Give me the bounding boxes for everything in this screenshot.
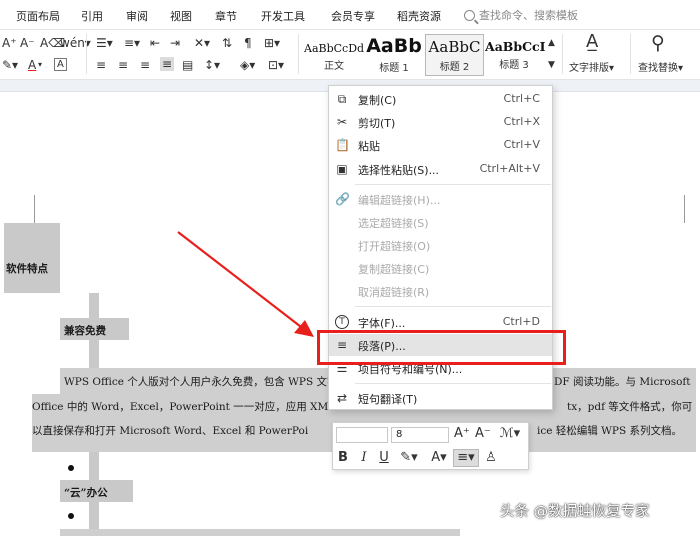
menu-item-label: 短句翻译(T) (358, 393, 418, 406)
shrink-font-icon[interactable]: A⁻ (475, 426, 491, 442)
watermark: 头条 @数据蛙恢复专家 (500, 504, 650, 520)
menu-item-shortcut: Ctrl+C (503, 92, 540, 105)
menu-separator (355, 306, 551, 307)
font-name-field[interactable] (336, 427, 388, 443)
menu-item-translate[interactable]: ⇄ 短句翻译(T) (329, 387, 552, 409)
font-color-icon[interactable]: A▾ (427, 450, 451, 466)
menu-item-label: 编辑超链接(H)... (358, 194, 441, 207)
menu-item-label: 复制(C) (358, 94, 397, 107)
underline-icon[interactable]: U (377, 450, 391, 466)
link-icon: 🔗 (335, 192, 350, 206)
menu-item-open-link: 打开超链接(O) (329, 234, 552, 256)
align-icon[interactable]: ≡▾ (453, 449, 479, 467)
highlight-box (317, 330, 566, 365)
bold-icon[interactable]: B (336, 450, 350, 466)
scissors-icon: ✂ (336, 115, 348, 129)
menu-item-paste[interactable]: 📋 粘贴 Ctrl+V (329, 134, 552, 156)
menu-item-shortcut: Ctrl+X (503, 115, 540, 128)
menu-item-label: 选定超链接(S) (358, 217, 429, 230)
format-painter-icon[interactable]: ♙ (484, 450, 498, 466)
menu-item-edit-link: 🔗 编辑超链接(H)... (329, 188, 552, 210)
italic-icon[interactable]: I (357, 450, 371, 466)
menu-item-label: 字体(F)... (358, 317, 406, 330)
menu-item-label: 打开超链接(O) (358, 240, 431, 253)
menu-item-copy-link: 复制超链接(C) (329, 257, 552, 279)
font-icon: T (335, 315, 349, 329)
mini-toolbar: 8 A⁺ A⁻ ℳ▾ B I U ✎▾ A▾ ≡▾ ♙ (332, 422, 529, 470)
menu-item-label: 复制超链接(C) (358, 263, 430, 276)
font-size-value: 8 (396, 429, 403, 440)
grow-font-icon[interactable]: A⁺ (454, 426, 470, 442)
menu-item-label: 剪切(T) (358, 117, 396, 130)
copy-icon: ⧉ (337, 92, 347, 106)
menu-item-cut[interactable]: ✂ 剪切(T) Ctrl+X (329, 111, 552, 133)
menu-item-label: 取消超链接(R) (358, 286, 430, 299)
menu-separator (355, 184, 551, 185)
menu-item-label: 粘贴 (358, 140, 380, 153)
menu-item-label: 选择性粘贴(S)... (358, 164, 440, 177)
style-gallery-icon[interactable]: ℳ▾ (495, 426, 525, 442)
highlight-color-icon[interactable]: ✎▾ (397, 450, 421, 466)
menu-item-remove-link: 取消超链接(R) (329, 280, 552, 302)
paste-special-icon: ▣ (336, 162, 348, 176)
menu-item-copy[interactable]: ⧉ 复制(C) Ctrl+C (329, 88, 552, 110)
menu-item-shortcut: Ctrl+D (502, 315, 540, 328)
menu-item-shortcut: Ctrl+Alt+V (479, 162, 540, 175)
menu-separator (355, 383, 551, 384)
translate-icon: ⇄ (336, 391, 348, 405)
menu-item-select-link: 选定超链接(S) (329, 211, 552, 233)
clipboard-icon: 📋 (335, 138, 350, 152)
menu-item-paste-special[interactable]: ▣ 选择性粘贴(S)... Ctrl+Alt+V (329, 158, 552, 180)
font-size-field[interactable]: 8 (391, 427, 449, 443)
menu-item-shortcut: Ctrl+V (503, 138, 540, 151)
